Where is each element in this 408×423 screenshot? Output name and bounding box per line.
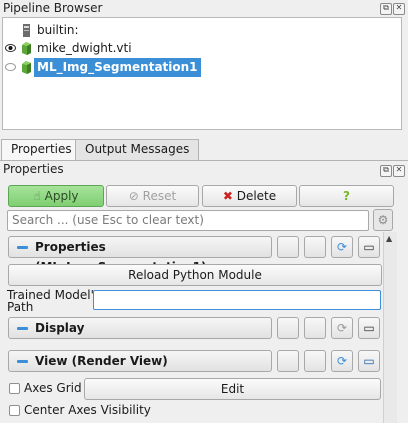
axes-grid-checkbox[interactable] [9,383,20,394]
reset-icon: ⊘ [128,189,139,203]
tree-item-mike-dwight[interactable]: mike_dwight.vti [3,39,401,58]
save-icon[interactable]: ▭ [358,236,380,258]
tree-item-builtin[interactable]: builtin: [3,21,401,40]
refresh-icon[interactable]: ⟳ [331,236,353,258]
close-panel-icon[interactable]: ✕ [393,165,405,177]
scroll-up-icon[interactable]: ▲ [386,234,392,243]
pipeline-title-buttons: ⧉ ✕ [380,3,405,15]
copy-icon[interactable] [277,317,299,339]
properties-scrollbar[interactable]: ▲ [383,232,397,423]
center-axes-visibility-label: Center Axes Visibility [24,403,151,417]
server-icon [23,24,30,37]
reset-button[interactable]: ⊘ Reset [106,185,199,207]
pipeline-browser-title: Pipeline Browser [3,1,103,15]
tree-item-label-selected: ML_Img_Segmentation1 [34,58,201,77]
collapse-icon [17,246,28,249]
view-section-label: View (Render View) [35,354,168,368]
model-path-input[interactable] [93,290,381,310]
pipeline-tree[interactable]: builtin: mike_dwight.vti ML_Img_Segmenta… [2,17,402,130]
search-input[interactable]: Search ... (use Esc to clear text) [7,210,369,231]
tree-item-label: mike_dwight.vti [37,41,132,55]
display-section-label: Display [35,321,85,335]
gear-icon[interactable]: ⚙ [373,209,393,231]
tree-item-ml-img-segmentation[interactable]: ML_Img_Segmentation1 [3,58,401,77]
float-panel-icon[interactable]: ⧉ [380,3,392,15]
apply-label: Apply [44,189,79,203]
model-path-label: Trained Model's Path [7,289,100,313]
paste-icon[interactable] [304,236,326,258]
copy-icon[interactable] [277,350,299,372]
eye-visible-icon[interactable] [5,44,16,52]
view-section-header[interactable]: View (Render View) [8,350,272,372]
properties-title: Properties [3,162,64,176]
center-axes-visibility-checkbox[interactable] [9,405,20,416]
axes-grid-label: Axes Grid [24,381,82,395]
paste-icon[interactable] [304,350,326,372]
reload-python-module-button[interactable]: Reload Python Module [8,264,382,286]
float-panel-icon[interactable]: ⧉ [380,165,392,177]
help-button[interactable]: ? [299,185,394,207]
paste-icon[interactable] [304,317,326,339]
refresh-icon[interactable]: ⟳ [331,317,353,339]
refresh-icon[interactable]: ⟳ [331,350,353,372]
delete-label: Delete [236,189,277,203]
delete-button[interactable]: ✖ Delete [202,185,297,207]
close-panel-icon[interactable]: ✕ [393,3,405,15]
hand-icon: ☝ [33,189,41,203]
filter-icon [22,61,31,74]
edit-axes-grid-button[interactable]: Edit [84,378,381,400]
tab-output-messages[interactable]: Output Messages [75,139,200,161]
properties-title-buttons: ⧉ ✕ [380,165,405,177]
copy-icon[interactable] [277,236,299,258]
properties-section-header[interactable]: Properties (ML_Img_Segmentation1) [8,236,272,274]
dataset-icon [22,42,31,55]
save-icon[interactable]: ▭ [358,317,380,339]
delete-x-icon: ✖ [222,189,233,203]
reset-label: Reset [142,189,177,203]
eye-hidden-icon[interactable] [5,63,16,71]
model-path-label-line2: Path [7,300,34,314]
save-icon[interactable]: ▭ [358,350,380,372]
tab-properties[interactable]: Properties [1,139,82,162]
tree-item-label: builtin: [37,23,79,37]
display-section-header[interactable]: Display [8,317,272,339]
apply-button[interactable]: ☝ Apply [8,185,104,207]
collapse-icon [17,360,28,363]
tab-bar: Properties Output Messages [0,139,408,162]
collapse-icon [17,327,28,330]
